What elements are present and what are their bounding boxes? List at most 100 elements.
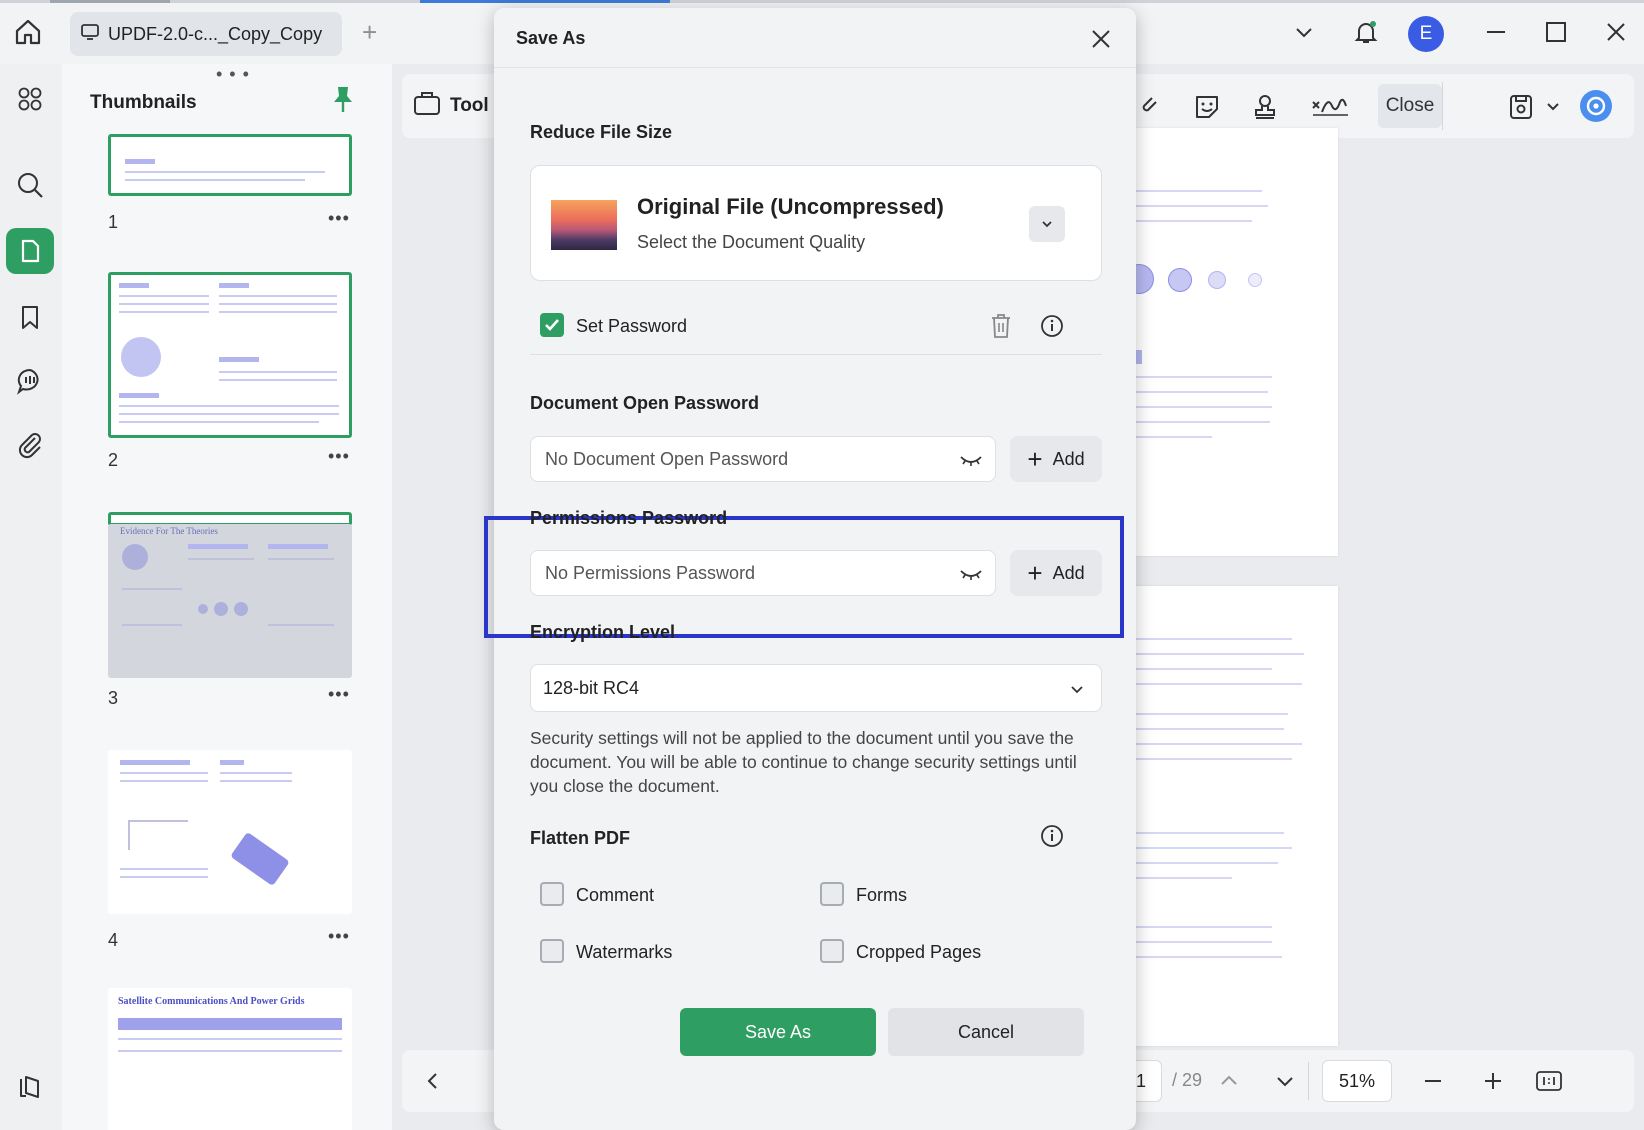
signature-icon[interactable] <box>1310 92 1350 122</box>
thumbnail-page-5-heading: Satellite Communications And Power Grids <box>118 996 305 1007</box>
ai-assistant-icon[interactable] <box>1578 88 1614 124</box>
zoom-level-input[interactable]: 51% <box>1322 1060 1392 1102</box>
comments-icon[interactable] <box>6 358 54 404</box>
apps-grid-icon[interactable] <box>6 76 54 122</box>
thumbnail-page-1[interactable] <box>108 134 352 196</box>
security-note: Security settings will not be applied to… <box>530 728 1077 796</box>
plus-icon: + <box>1027 444 1043 474</box>
permissions-password-heading: Permissions Password <box>530 508 728 528</box>
save-file-icon[interactable] <box>1506 92 1536 122</box>
previous-page-icon[interactable] <box>1214 1066 1244 1096</box>
thumbnail-more-button[interactable]: ••• <box>328 208 350 229</box>
dialog-title: Save As <box>516 28 586 48</box>
top-stripe <box>0 0 1644 3</box>
plus-icon: + <box>1027 558 1043 588</box>
thumbnail-more-button[interactable]: ••• <box>328 926 350 947</box>
thumbnails-panel: • • • Thumbnails 1 ••• 2 ••• Evidence Fo… <box>62 64 392 1130</box>
notification-bell-icon[interactable] <box>1352 18 1380 46</box>
zoom-out-icon[interactable] <box>1418 1066 1448 1096</box>
total-pages: / 29 <box>1172 1070 1203 1090</box>
flatten-forms-label: Forms <box>856 885 907 905</box>
info-icon[interactable] <box>1040 824 1064 848</box>
thumbnail-page-3[interactable]: Evidence For The Theories <box>108 524 352 678</box>
file-quality-selector[interactable]: Original File (Uncompressed) Select the … <box>530 165 1102 281</box>
flatten-pdf-heading: Flatten PDF <box>530 828 631 848</box>
set-password-label: Set Password <box>576 316 688 336</box>
actual-size-icon[interactable] <box>1534 1066 1564 1096</box>
new-tab-button[interactable]: + <box>362 19 377 45</box>
chevron-down-icon[interactable] <box>1029 206 1065 242</box>
encryption-level-value: 128-bit RC4 <box>543 677 640 698</box>
encryption-level-select[interactable]: 128-bit RC4 <box>530 664 1102 712</box>
thumbnail-number: 4 <box>108 930 119 950</box>
tools-button[interactable]: Tool <box>412 84 489 128</box>
thumbnail-number: 2 <box>108 450 119 470</box>
divider <box>530 354 1102 355</box>
thumbnails-title: Thumbnails <box>90 92 197 113</box>
open-password-heading: Document Open Password <box>530 393 760 413</box>
open-password-placeholder: No Document Open Password <box>545 448 789 469</box>
document-tab-title: UPDF-2.0-c..._Copy_Copy <box>108 23 323 44</box>
trash-icon[interactable] <box>988 312 1014 340</box>
minimize-icon[interactable] <box>1482 18 1510 46</box>
tools-label: Tool <box>450 95 489 116</box>
thumbnail-page-2[interactable] <box>108 272 352 438</box>
save-as-button[interactable]: Save As <box>680 1008 876 1056</box>
zoom-in-icon[interactable] <box>1478 1066 1508 1096</box>
next-page-icon[interactable] <box>1270 1066 1300 1096</box>
pin-icon[interactable] <box>330 84 356 114</box>
attachment-icon[interactable] <box>6 422 54 468</box>
document-tab[interactable]: UPDF-2.0-c..._Copy_Copy <box>70 12 342 56</box>
panel-resize-grip[interactable]: • • • <box>216 64 250 85</box>
save-dropdown-chevron-icon[interactable] <box>1544 92 1562 122</box>
sticker-icon[interactable] <box>1192 92 1222 122</box>
flatten-watermarks-checkbox[interactable] <box>540 939 564 963</box>
set-password-checkbox[interactable] <box>540 313 564 337</box>
document-tab-icon <box>80 22 100 47</box>
open-password-field[interactable]: No Document Open Password <box>530 436 996 482</box>
close-tools-button[interactable]: Close <box>1378 84 1442 128</box>
encryption-level-heading: Encryption Level <box>530 622 676 642</box>
save-as-dialog: Save As Reduce File Size Original File (… <box>484 8 1136 1130</box>
flatten-forms-checkbox[interactable] <box>820 882 844 906</box>
add-open-password-label: Add <box>1052 448 1085 469</box>
thumbnail-more-button[interactable]: ••• <box>328 446 350 467</box>
link-icon[interactable] <box>1134 92 1164 122</box>
permissions-password-field[interactable]: No Permissions Password <box>530 550 996 596</box>
close-window-icon[interactable] <box>1602 18 1630 46</box>
eye-closed-icon[interactable] <box>959 563 983 585</box>
thumbnail-page-4[interactable] <box>108 750 352 914</box>
file-quality-title: Original File (Uncompressed) <box>637 194 944 219</box>
thumbnail-page-3-heading: Evidence For The Theories <box>120 526 218 536</box>
flatten-comment-label: Comment <box>576 885 655 905</box>
file-quality-thumbnail <box>551 200 617 250</box>
bookmark-icon[interactable] <box>6 294 54 340</box>
stamp-icon[interactable] <box>1250 92 1280 122</box>
thumbnails-panel-icon[interactable] <box>6 228 54 274</box>
flatten-cropped-pages-checkbox[interactable] <box>820 939 844 963</box>
file-quality-subtitle: Select the Document Quality <box>637 232 866 252</box>
maximize-icon[interactable] <box>1542 18 1570 46</box>
info-icon[interactable] <box>1040 314 1064 338</box>
cancel-button[interactable]: Cancel <box>888 1008 1084 1056</box>
add-open-password-button[interactable]: + Add <box>1010 436 1102 482</box>
add-permissions-password-button[interactable]: + Add <box>1010 550 1102 596</box>
thumbnail-number: 3 <box>108 688 119 708</box>
layers-icon[interactable] <box>6 1064 54 1110</box>
flatten-watermarks-label: Watermarks <box>576 942 673 962</box>
scroll-left-icon[interactable] <box>418 1066 448 1096</box>
permissions-password-placeholder: No Permissions Password <box>545 562 756 583</box>
search-icon[interactable] <box>6 162 54 208</box>
chevron-down-icon <box>1069 681 1085 695</box>
check-icon <box>545 319 559 331</box>
thumbnail-page-5[interactable]: Satellite Communications And Power Grids <box>108 988 352 1130</box>
flatten-comment-checkbox[interactable] <box>540 882 564 906</box>
avatar[interactable]: E <box>1408 16 1444 52</box>
thumbnail-more-button[interactable]: ••• <box>328 684 350 705</box>
eye-closed-icon[interactable] <box>959 449 983 471</box>
thumbnail-number: 1 <box>108 212 119 232</box>
close-icon[interactable] <box>1088 26 1114 52</box>
home-icon[interactable] <box>12 16 44 48</box>
chevron-down-icon[interactable] <box>1290 18 1318 46</box>
dialog-header: Save As <box>494 8 1136 68</box>
